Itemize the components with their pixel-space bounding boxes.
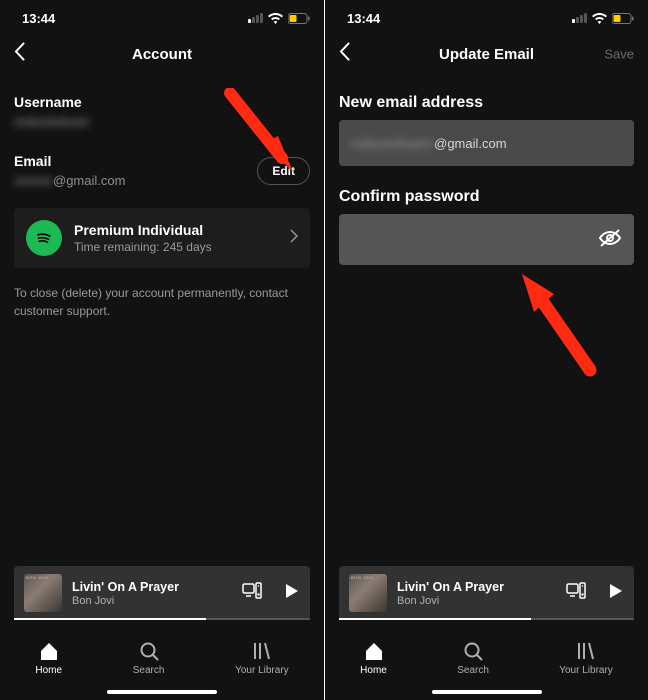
new-email-input[interactable]: redactedname@gmail.com xyxy=(339,120,634,166)
close-account-text: To close (delete) your account permanent… xyxy=(14,284,310,320)
username-value: redacteduser xyxy=(14,114,310,129)
battery-icon xyxy=(612,13,634,24)
status-time: 13:44 xyxy=(22,11,55,26)
cellular-icon xyxy=(572,13,587,23)
track-title: Livin' On A Prayer xyxy=(397,580,556,594)
new-email-label: New email address xyxy=(339,94,634,112)
playback-progress xyxy=(14,618,310,620)
chevron-right-icon xyxy=(290,229,298,248)
status-indicators xyxy=(572,13,634,24)
back-button[interactable] xyxy=(339,43,350,66)
track-info: Livin' On A Prayer Bon Jovi xyxy=(397,580,556,607)
page-title: Update Email xyxy=(439,46,534,63)
status-time: 13:44 xyxy=(347,11,380,26)
tab-library[interactable]: Your Library xyxy=(235,640,289,676)
tab-library-label: Your Library xyxy=(235,665,289,676)
spotify-icon xyxy=(26,220,62,256)
account-screen: 13:44 Account Username redacteduser Emai… xyxy=(0,0,324,700)
email-value: xxxxxx@gmail.com xyxy=(14,173,125,188)
playback-progress xyxy=(339,618,634,620)
email-label: Email xyxy=(14,153,125,169)
album-art xyxy=(349,574,387,612)
back-button[interactable] xyxy=(14,43,25,66)
header: Account xyxy=(0,32,324,76)
tab-home[interactable]: Home xyxy=(360,640,387,676)
home-indicator xyxy=(107,690,217,694)
save-button[interactable]: Save xyxy=(604,47,634,62)
tab-bar: Home Search Your Library xyxy=(0,634,324,682)
tab-home-label: Home xyxy=(35,665,62,676)
tab-library-label: Your Library xyxy=(559,665,613,676)
tab-search[interactable]: Search xyxy=(457,640,489,676)
header: Update Email Save xyxy=(325,32,648,76)
premium-title: Premium Individual xyxy=(74,222,278,238)
status-bar: 13:44 xyxy=(0,0,324,32)
wifi-icon xyxy=(592,13,607,24)
confirm-password-label: Confirm password xyxy=(339,188,634,206)
eye-off-icon[interactable] xyxy=(598,228,622,251)
page-title: Account xyxy=(132,46,192,63)
now-playing-bar[interactable]: Livin' On A Prayer Bon Jovi xyxy=(339,566,634,620)
now-playing-bar[interactable]: Livin' On A Prayer Bon Jovi xyxy=(14,566,310,620)
premium-subtitle: Time remaining: 245 days xyxy=(74,240,278,254)
premium-card[interactable]: Premium Individual Time remaining: 245 d… xyxy=(14,208,310,268)
devices-icon[interactable] xyxy=(242,582,262,605)
status-indicators xyxy=(248,13,310,24)
album-art xyxy=(24,574,62,612)
tab-search-label: Search xyxy=(457,665,489,676)
tab-bar: Home Search Your Library xyxy=(325,634,648,682)
edit-button[interactable]: Edit xyxy=(257,157,310,185)
confirm-password-input[interactable] xyxy=(339,214,634,265)
tab-search[interactable]: Search xyxy=(133,640,165,676)
email-section: Email xxxxxx@gmail.com Edit xyxy=(14,153,310,188)
tab-search-label: Search xyxy=(133,665,165,676)
tab-library[interactable]: Your Library xyxy=(559,640,613,676)
status-bar: 13:44 xyxy=(325,0,648,32)
tab-home[interactable]: Home xyxy=(35,640,62,676)
home-indicator xyxy=(432,690,542,694)
play-icon[interactable] xyxy=(606,582,624,605)
tab-home-label: Home xyxy=(360,665,387,676)
track-artist: Bon Jovi xyxy=(397,595,556,607)
update-email-screen: 13:44 Update Email Save New email addres… xyxy=(324,0,648,700)
track-artist: Bon Jovi xyxy=(72,595,232,607)
battery-icon xyxy=(288,13,310,24)
wifi-icon xyxy=(268,13,283,24)
username-label: Username xyxy=(14,94,310,110)
play-icon[interactable] xyxy=(282,582,300,605)
track-title: Livin' On A Prayer xyxy=(72,580,232,594)
devices-icon[interactable] xyxy=(566,582,586,605)
cellular-icon xyxy=(248,13,263,23)
track-info: Livin' On A Prayer Bon Jovi xyxy=(72,580,232,607)
